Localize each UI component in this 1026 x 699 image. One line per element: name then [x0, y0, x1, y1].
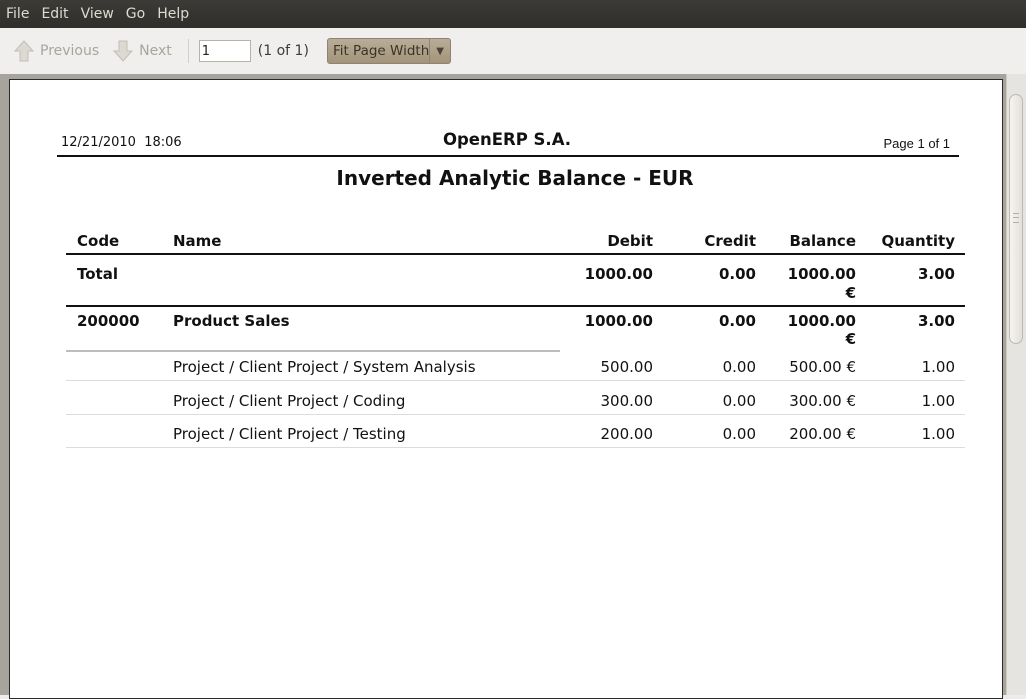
report-title: Inverted Analytic Balance - EUR [336, 166, 694, 190]
vertical-scrollbar[interactable] [1006, 74, 1026, 695]
line-name: Project / Client Project / Testing [173, 425, 406, 443]
line-balance: 300.00 € [789, 392, 856, 410]
account-rule [66, 350, 560, 352]
line-debit: 300.00 [600, 392, 654, 410]
account-name: Product Sales [173, 312, 290, 330]
line-balance: 500.00 € [789, 358, 856, 376]
line-balance: 200.00 € [789, 425, 856, 443]
line-credit: 0.00 [722, 358, 756, 376]
menu-edit[interactable]: Edit [35, 0, 74, 28]
menu-view[interactable]: View [75, 0, 120, 28]
line-quantity: 1.00 [921, 425, 955, 443]
page-count: (1 of 1) [257, 43, 309, 59]
header-rule [66, 253, 965, 255]
line-credit: 0.00 [722, 392, 756, 410]
account-debit: 1000.00 [584, 312, 653, 330]
account-quantity: 3.00 [917, 312, 955, 330]
total-balance-currency: € [845, 284, 856, 302]
total-debit: 1000.00 [584, 265, 653, 283]
col-header-credit: Credit [704, 232, 756, 250]
row-divider [66, 414, 965, 415]
total-rule [66, 305, 965, 307]
col-header-balance: Balance [789, 232, 856, 250]
menu-help[interactable]: Help [151, 0, 195, 28]
row-divider [66, 447, 965, 448]
zoom-dropdown[interactable]: Fit Page Width ▼ [326, 38, 451, 64]
grip-icon [1013, 213, 1019, 223]
col-header-debit: Debit [607, 232, 653, 250]
menu-bar: File Edit View Go Help [0, 0, 1026, 28]
account-code: 200000 [77, 312, 140, 330]
line-debit: 200.00 [600, 425, 654, 443]
previous-button[interactable]: Previous [10, 35, 103, 67]
line-quantity: 1.00 [921, 392, 955, 410]
line-quantity: 1.00 [921, 358, 955, 376]
account-balance-amount: 1000.00 [787, 312, 856, 330]
total-quantity: 3.00 [917, 265, 955, 283]
total-label: Total [77, 265, 118, 283]
toolbar-separator [187, 39, 189, 63]
page-number-input[interactable] [198, 40, 251, 62]
col-header-name: Name [173, 232, 222, 250]
next-button[interactable]: Next [109, 35, 176, 67]
next-label: Next [139, 43, 172, 59]
document-viewer: 12/21/2010 18:06 OpenERP S.A. Page 1 of … [0, 74, 1026, 699]
arrow-up-icon [14, 40, 34, 62]
menu-go[interactable]: Go [120, 0, 151, 28]
header-divider [57, 155, 959, 157]
toolbar: Previous Next (1 of 1) Fit Page Width ▼ [0, 28, 1026, 74]
col-header-code: Code [77, 232, 120, 250]
col-header-quantity: Quantity [881, 232, 956, 250]
line-credit: 0.00 [722, 425, 756, 443]
line-debit: 500.00 [600, 358, 654, 376]
report-page: 12/21/2010 18:06 OpenERP S.A. Page 1 of … [9, 79, 1003, 699]
account-credit: 0.00 [718, 312, 756, 330]
menu-file[interactable]: File [0, 0, 35, 28]
total-balance-amount: 1000.00 [787, 265, 856, 283]
line-name: Project / Client Project / Coding [173, 392, 406, 410]
chevron-down-icon[interactable]: ▼ [429, 39, 450, 63]
report-company: OpenERP S.A. [442, 130, 572, 149]
zoom-value: Fit Page Width [332, 43, 430, 59]
arrow-down-icon [113, 40, 134, 62]
total-credit: 0.00 [718, 265, 756, 283]
line-name: Project / Client Project / System Analys… [173, 358, 476, 376]
account-balance-currency: € [845, 330, 856, 348]
previous-label: Previous [40, 43, 100, 59]
report-page-number: Page 1 of 1 [883, 136, 951, 151]
row-divider [66, 380, 965, 381]
scrollbar-thumb[interactable] [1009, 94, 1023, 344]
